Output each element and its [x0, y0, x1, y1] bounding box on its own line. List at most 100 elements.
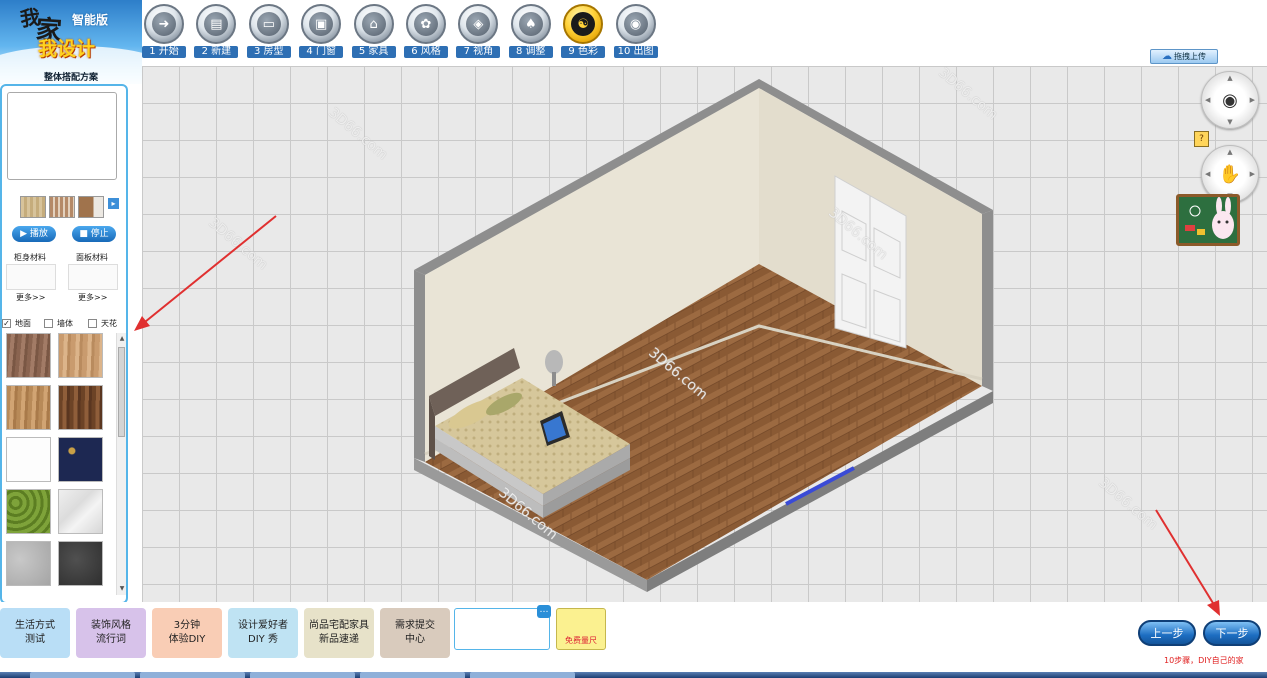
step-label: 3 房型 [246, 46, 291, 58]
diy-showcase-button[interactable]: 设计爱好者 DIY 秀 [228, 608, 298, 658]
window-icon: ▣ [309, 12, 334, 36]
play-button[interactable]: ▶ 播放 [12, 226, 56, 242]
taskbar-item[interactable] [360, 672, 465, 678]
tab-ceiling[interactable]: 天花 [88, 318, 117, 329]
surface-tabs: ✓ 地面 墙体 天花 [2, 318, 126, 330]
version-label: 智能版 [72, 13, 109, 27]
tab-wall[interactable]: 墙体 [44, 318, 73, 329]
arrow-down-icon[interactable]: ▼ [1227, 118, 1232, 126]
arrow-up-icon[interactable]: ▲ [1227, 74, 1232, 82]
step-8-button[interactable]: ♠ 8 调整 [508, 4, 553, 58]
left-wall-outer-edge [414, 270, 425, 462]
texture-swatch-dark-stone[interactable] [58, 541, 103, 586]
step-5-button[interactable]: ⌂ 5 家具 [351, 4, 396, 58]
arrow-right-icon: ➜ [152, 12, 176, 36]
scheme-thumbnail[interactable] [78, 196, 104, 218]
scroll-up-icon[interactable]: ▲ [118, 335, 126, 343]
texture-swatch-green-pattern[interactable] [6, 489, 51, 534]
scheme-thumbnail[interactable] [49, 196, 75, 218]
step-label: 8 调整 [508, 46, 553, 58]
step-circle: ✿ [406, 4, 446, 44]
new-products-button[interactable]: 尚品宅配家具 新品速递 [304, 608, 374, 658]
logo: 我 家 我设计 智能版 整体搭配方案 [0, 0, 142, 84]
step-circle: ⌂ [353, 4, 394, 44]
floorplan-icon: ▭ [256, 12, 281, 36]
texture-swatch-marble[interactable] [58, 489, 103, 534]
swatch-scrollbar[interactable]: ▲ ▼ [116, 333, 126, 595]
step-10-button[interactable]: ◉ 10 出图 [613, 4, 658, 58]
message-input[interactable] [454, 608, 550, 650]
arrow-right-icon[interactable]: ▶ [1250, 170, 1255, 178]
arrow-left-icon[interactable]: ◀ [1205, 170, 1210, 178]
texture-swatch-wood-2[interactable] [58, 333, 103, 378]
help-card-icon[interactable]: ? [1194, 131, 1209, 147]
tab-floor[interactable]: ✓ 地面 [2, 318, 31, 329]
step-9-button[interactable]: ☯ 9 色彩 [561, 4, 606, 58]
bottom-bar: 生活方式 测试 装饰风格 流行词 3分钟 体验DIY 设计爱好者 DIY 秀 尚… [0, 602, 1267, 672]
cabinet-material-label: 柜身材料 [14, 253, 46, 262]
step-label: 4 门窗 [299, 46, 344, 58]
taskbar-item[interactable] [30, 672, 135, 678]
lamp-icon: ♠ [518, 12, 543, 36]
style-trends-button[interactable]: 装饰风格 流行词 [76, 608, 146, 658]
rabbit-mascot-icon [1185, 197, 1234, 239]
texture-swatch-wood-1[interactable] [6, 333, 51, 378]
step-circle: ▭ [248, 4, 289, 44]
texture-swatch-list: ▲ ▼ [2, 333, 128, 595]
step-circle: ☯ [563, 4, 604, 44]
header: 我 家 我设计 智能版 整体搭配方案 ➜ 1 开始 ▤ 2 新建 ▭ 3 房型 ▣ 4 门窗 ⌂… [0, 0, 1267, 84]
texture-swatch-wood-4[interactable] [58, 385, 103, 430]
checkbox-checked-icon: ✓ [2, 319, 11, 328]
diy-experience-button[interactable]: 3分钟 体验DIY [152, 608, 222, 658]
scheme-thumbnail[interactable] [20, 196, 46, 218]
eye-icon: ◉ [1222, 89, 1238, 111]
panel-material-slot[interactable] [68, 264, 118, 290]
request-center-button[interactable]: 需求提交 中心 [380, 608, 450, 658]
texture-swatch-white[interactable] [6, 437, 51, 482]
step-7-button[interactable]: ◈ 7 视角 [456, 4, 501, 58]
view-rotate-control[interactable]: ▲ ▼ ◀ ▶ ◉ [1201, 71, 1259, 129]
taskbar-item[interactable] [470, 672, 575, 678]
arrow-right-icon[interactable]: ▶ [1250, 96, 1255, 104]
texture-swatch-wood-3[interactable] [6, 385, 51, 430]
more-panel-link[interactable]: 更多>> [78, 292, 107, 303]
step-6-button[interactable]: ✿ 6 风格 [404, 4, 448, 58]
logo-subtitle: 我设计 [38, 38, 96, 60]
scroll-thumb[interactable] [118, 347, 125, 437]
palette-icon: ☯ [571, 12, 596, 36]
taskbar-item[interactable] [140, 672, 245, 678]
step-label: 2 新建 [194, 46, 239, 58]
room-3d-view[interactable] [142, 66, 1267, 602]
upload-button[interactable]: ☁ 拖拽上传 [1150, 49, 1218, 64]
texture-swatch-grey-stone[interactable] [6, 541, 51, 586]
tab-floor-label: 地面 [15, 319, 31, 328]
arrow-up-icon[interactable]: ▲ [1227, 148, 1232, 156]
step-3-button[interactable]: ▭ 3 房型 [246, 4, 291, 58]
mascot-blackboard-image[interactable] [1176, 194, 1240, 246]
cabinet-material-slot[interactable] [6, 264, 56, 290]
os-taskbar [0, 672, 1267, 678]
design-canvas[interactable]: 3D66.com 3D66.com 3D66.com 3D66.com 3D66… [142, 66, 1267, 602]
previous-step-button[interactable]: 上一步 [1138, 620, 1196, 646]
texture-swatch-navy[interactable] [58, 437, 103, 482]
diy-experience-label: 3分钟 体验DIY [168, 620, 206, 645]
chat-bubble-icon[interactable]: … [537, 605, 551, 618]
free-measure-button[interactable]: 免费量尺 [556, 608, 606, 650]
taskbar-item[interactable] [250, 672, 355, 678]
step-4-button[interactable]: ▣ 4 门窗 [299, 4, 344, 58]
step-2-button[interactable]: ▤ 2 新建 [194, 4, 239, 58]
next-step-button[interactable]: 下一步 [1203, 620, 1261, 646]
furniture-icon: ⌂ [361, 12, 386, 36]
step-label: 1 开始 [142, 46, 186, 58]
step-1-button[interactable]: ➜ 1 开始 [142, 4, 186, 58]
diy-showcase-label: 设计爱好者 DIY 秀 [238, 620, 288, 645]
expand-thumbnails-icon[interactable]: ▸ [108, 198, 119, 209]
step-circle: ◈ [458, 4, 499, 44]
lifestyle-test-button[interactable]: 生活方式 测试 [0, 608, 70, 658]
steps-hint: 10步骤，DIY自己的家 [1164, 656, 1244, 665]
app-window: 我 家 我设计 智能版 整体搭配方案 ➜ 1 开始 ▤ 2 新建 ▭ 3 房型 ▣ 4 门窗 ⌂… [0, 0, 1267, 678]
more-cabinet-link[interactable]: 更多>> [16, 292, 45, 303]
scroll-down-icon[interactable]: ▼ [118, 585, 126, 593]
stop-button[interactable]: ■ 停止 [72, 226, 116, 242]
arrow-left-icon[interactable]: ◀ [1205, 96, 1210, 104]
